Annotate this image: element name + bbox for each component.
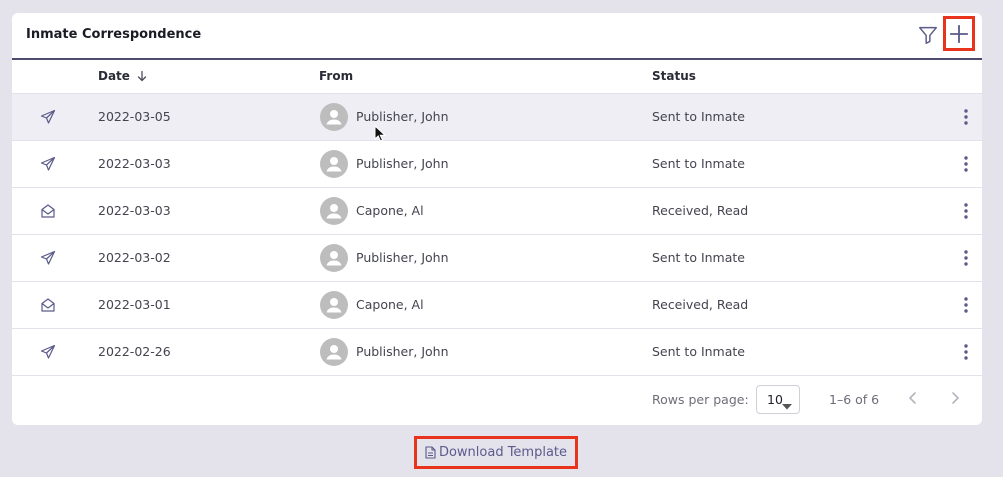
row-status: Received, Read: [652, 203, 749, 218]
column-header-from: From: [319, 69, 354, 83]
table-body: 2022-03-05 Publisher, John Sent to Inmat…: [12, 94, 982, 376]
rows-per-page-select[interactable]: 10: [756, 385, 800, 414]
table-header: Date From Status: [12, 60, 982, 94]
previous-page-button[interactable]: [908, 391, 918, 408]
avatar: [320, 150, 348, 178]
more-vertical-icon: [964, 156, 968, 172]
row-date: 2022-03-03: [98, 203, 171, 218]
plus-icon: [949, 24, 969, 43]
row-date: 2022-03-03: [98, 156, 171, 171]
row-menu-button[interactable]: [958, 248, 974, 268]
table-row[interactable]: 2022-03-02 Publisher, John Sent to Inmat…: [12, 235, 982, 282]
caret-down-icon: [782, 398, 792, 413]
row-menu-button[interactable]: [958, 201, 974, 221]
row-menu-button[interactable]: [958, 295, 974, 315]
filter-icon: [919, 26, 937, 44]
sent-icon: [40, 156, 56, 172]
row-menu-button[interactable]: [958, 154, 974, 174]
table-pagination: Rows per page: 10 1–6 of 6: [12, 375, 982, 425]
rows-per-page-label: Rows per page:: [652, 392, 749, 407]
card-header: Inmate Correspondence: [12, 13, 982, 60]
download-template-label: Download Template: [438, 445, 568, 460]
rows-per-page-value: 10: [767, 392, 783, 407]
chevron-right-icon: [952, 392, 959, 404]
row-from: Capone, Al: [356, 203, 424, 218]
column-header-date-label: Date: [98, 69, 130, 83]
sent-icon: [40, 250, 56, 266]
row-status: Sent to Inmate: [652, 109, 745, 124]
add-correspondence-button[interactable]: [943, 16, 975, 51]
row-from: Publisher, John: [356, 250, 449, 265]
row-status: Received, Read: [652, 297, 749, 312]
row-menu-button[interactable]: [958, 107, 974, 127]
avatar: [320, 197, 348, 225]
row-from: Publisher, John: [356, 109, 449, 124]
next-page-button[interactable]: [950, 391, 960, 408]
avatar: [320, 244, 348, 272]
row-date: 2022-02-26: [98, 344, 171, 359]
table-row[interactable]: 2022-02-26 Publisher, John Sent to Inmat…: [12, 329, 982, 376]
chevron-left-icon: [909, 392, 916, 404]
arrow-down-icon: [136, 70, 148, 82]
avatar: [320, 103, 348, 131]
row-status: Sent to Inmate: [652, 344, 745, 359]
column-header-date[interactable]: Date: [98, 69, 148, 83]
sent-icon: [40, 109, 56, 125]
envelope-open-icon: [40, 203, 56, 219]
sent-icon: [40, 344, 56, 360]
more-vertical-icon: [964, 344, 968, 360]
row-date: 2022-03-05: [98, 109, 171, 124]
more-vertical-icon: [964, 250, 968, 266]
more-vertical-icon: [964, 109, 968, 125]
page-title: Inmate Correspondence: [26, 27, 202, 42]
download-template-link[interactable]: Download Template: [414, 436, 578, 469]
correspondence-card: Inmate Correspondence Date From Status 2…: [12, 13, 982, 425]
table-row[interactable]: 2022-03-03 Publisher, John Sent to Inmat…: [12, 141, 982, 188]
row-date: 2022-03-02: [98, 250, 171, 265]
row-date: 2022-03-01: [98, 297, 171, 312]
mouse-cursor-icon: [374, 124, 387, 147]
document-icon: [425, 446, 436, 459]
pagination-range: 1–6 of 6: [829, 392, 880, 407]
column-header-status: Status: [652, 69, 696, 83]
row-menu-button[interactable]: [958, 342, 974, 362]
row-from: Capone, Al: [356, 297, 424, 312]
avatar: [320, 338, 348, 366]
more-vertical-icon: [964, 203, 968, 219]
avatar: [320, 291, 348, 319]
envelope-open-icon: [40, 297, 56, 313]
filter-button[interactable]: [916, 23, 940, 47]
row-from: Publisher, John: [356, 156, 449, 171]
table-row[interactable]: 2022-03-05 Publisher, John Sent to Inmat…: [12, 94, 982, 141]
row-from: Publisher, John: [356, 344, 449, 359]
more-vertical-icon: [964, 297, 968, 313]
row-status: Sent to Inmate: [652, 156, 745, 171]
table-row[interactable]: 2022-03-01 Capone, Al Received, Read: [12, 282, 982, 329]
table-row[interactable]: 2022-03-03 Capone, Al Received, Read: [12, 188, 982, 235]
row-status: Sent to Inmate: [652, 250, 745, 265]
